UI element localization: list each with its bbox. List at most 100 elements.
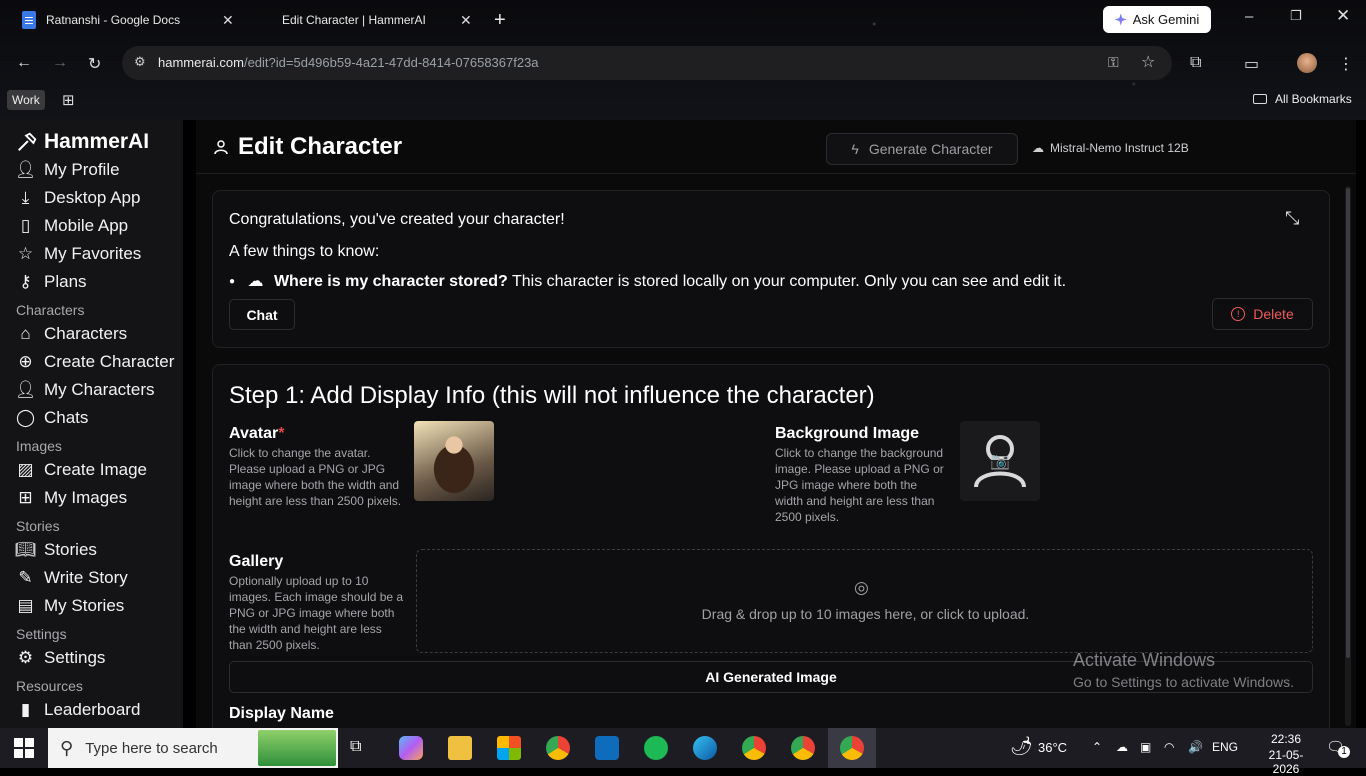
tray-chevron-icon[interactable]: ⌃ [1092, 740, 1102, 754]
extensions-icon[interactable]: ⧉ [1190, 54, 1201, 72]
delete-button[interactable]: ! Delete [1212, 298, 1313, 330]
wifi-icon[interactable]: ◠ [1164, 740, 1174, 754]
copilot-icon[interactable] [399, 736, 423, 760]
file-explorer-icon[interactable] [448, 736, 472, 760]
sidebar-item-settings[interactable]: ⚙ Settings [16, 648, 106, 668]
background-image-label: Background Image [775, 425, 920, 442]
sidebar-item-write-story[interactable]: ✎ Write Story [16, 568, 127, 588]
display-name-label: Display Name [229, 705, 334, 722]
sidebar-item-label: Settings [44, 648, 106, 667]
avatar-image[interactable] [414, 421, 494, 501]
language-indicator[interactable]: ENG [1212, 740, 1238, 754]
user-icon: 👤︎ [14, 380, 37, 399]
image-icon: ▨ [17, 460, 34, 479]
apps-grid-icon[interactable]: ⊞ [62, 91, 75, 109]
all-bookmarks[interactable]: All Bookmarks [1253, 92, 1352, 106]
sidebar-item-leaderboard[interactable]: ▮ Leaderboard [16, 700, 141, 720]
tab-google-docs[interactable]: Ratnanshi - Google Docs ✕ [22, 6, 242, 34]
sidebar-item-stories[interactable]: 📖︎ Stories [15, 540, 97, 560]
microsoft-store-icon[interactable] [497, 736, 521, 760]
search-icon: ⚲ [60, 737, 74, 758]
reload-icon[interactable]: ↻ [88, 54, 101, 74]
sidebar-item-my-characters[interactable]: 👤︎ My Characters [14, 380, 155, 400]
book-icon: ▤ [17, 596, 34, 615]
new-tab-button[interactable]: + [494, 6, 506, 34]
close-icon[interactable]: ✕ [460, 12, 472, 29]
sidebar-item-my-stories[interactable]: ▤ My Stories [16, 596, 124, 616]
profile-avatar[interactable] [1297, 53, 1317, 73]
bookmark-star-icon[interactable]: ☆ [1141, 52, 1155, 72]
search-placeholder: Type here to search [85, 739, 218, 757]
sidebar-item-label: Create Image [44, 460, 147, 479]
sidebar-item-label: Desktop App [44, 188, 141, 207]
taskbar-search[interactable]: ⚲ Type here to search [48, 728, 338, 768]
forward-icon[interactable]: → [52, 54, 68, 72]
back-icon[interactable]: ← [16, 54, 32, 72]
restore-icon[interactable]: ❐ [1290, 8, 1302, 24]
outlook-icon[interactable] [595, 736, 619, 760]
chat-button[interactable]: Chat [229, 299, 295, 330]
network-drive-icon[interactable]: ☁ [1116, 740, 1128, 754]
windows-taskbar: ⚲ Type here to search ⧉ 🌶 36°C ⌃ ☁ ▣ ◠ 🔊… [0, 728, 1366, 776]
chrome-profile-icon[interactable] [791, 736, 815, 760]
required-mark: * [278, 425, 285, 442]
bar-chart-icon: ▮ [20, 700, 31, 719]
sidebar-item-chats[interactable]: ◯ Chats [16, 408, 88, 428]
main-scrollbar[interactable] [1345, 186, 1351, 726]
spotify-icon[interactable] [644, 736, 668, 760]
avatar-label-text: Avatar [229, 425, 279, 442]
phone-icon: ▯ [20, 216, 31, 235]
work-bookmark-chip[interactable]: Work [7, 90, 45, 110]
sidebar-item-create-image[interactable]: ▨ Create Image [16, 460, 147, 480]
sidebar-item-my-profile[interactable]: 👤︎ My Profile [15, 160, 120, 180]
windows-start-icon[interactable] [14, 738, 34, 763]
sidebar-item-label: My Characters [44, 380, 155, 399]
sidebar-item-characters[interactable]: ⌂ Characters [16, 324, 127, 344]
menu-kebab-icon[interactable]: ⋮ [1338, 54, 1354, 74]
sidebar-item-label: Characters [44, 324, 128, 343]
generate-character-button[interactable]: ϟ Generate Character [826, 133, 1018, 165]
sidebar-item-create-character[interactable]: ⊕ Create Character [16, 352, 174, 372]
task-view-icon[interactable]: ⧉ [350, 738, 361, 756]
close-icon[interactable]: ✕ [222, 12, 234, 29]
step1-title: Step 1: Add Display Info (this will not … [229, 382, 875, 409]
address-bar[interactable]: ⚙ hammerai.com/edit?id=5d496b59-4a21-47d… [122, 46, 1172, 80]
sidebar-item-my-favorites[interactable]: ☆ My Favorites [16, 244, 141, 264]
reading-list-icon[interactable]: ▭ [1244, 54, 1259, 74]
chat-icon: ◯ [15, 408, 36, 427]
gallery-dropzone[interactable]: ◎ Drag & drop up to 10 images here, or c… [416, 549, 1313, 653]
notification-badge: 1 [1338, 746, 1350, 758]
ask-gemini-button[interactable]: Ask Gemini [1103, 6, 1211, 33]
url-text[interactable]: hammerai.com/edit?id=5d496b59-4a21-47dd-… [158, 55, 539, 70]
background-image-upload[interactable]: 📷 [960, 421, 1040, 501]
volume-icon[interactable]: 🔊 [1188, 740, 1203, 754]
meet-icon[interactable]: ▣ [1140, 740, 1151, 754]
site-settings-icon[interactable]: ⚙ [134, 54, 146, 70]
close-window-icon[interactable]: ✕ [1336, 6, 1350, 26]
chrome-active-icon[interactable] [840, 736, 864, 760]
collapse-icon[interactable]: ⤡ [1285, 208, 1299, 229]
sidebar-section-heading: Characters [16, 302, 85, 318]
url-host: hammerai.com [158, 55, 244, 70]
sidebar-item-desktop-app[interactable]: ⤓ Desktop App [16, 188, 141, 208]
temperature[interactable]: 36°C [1038, 740, 1067, 755]
clock[interactable]: 22:36 21-05-2026 [1261, 732, 1311, 776]
tab-title: Ratnanshi - Google Docs [46, 13, 181, 27]
weather-icon[interactable]: 🌶 [1010, 736, 1033, 757]
chrome-icon[interactable] [546, 736, 570, 760]
brand-logo[interactable]: HammerAI [16, 130, 149, 154]
sidebar-item-plans[interactable]: ⚷ Plans [16, 272, 86, 292]
sidebar-section-heading: Resources [16, 678, 83, 694]
model-selector[interactable]: ☁ Mistral-Nemo Instruct 12B [1032, 141, 1189, 155]
sidebar-item-my-images[interactable]: ⊞ My Images [16, 488, 127, 508]
delete-label: Delete [1253, 306, 1294, 322]
sidebar-item-mobile-app[interactable]: ▯ Mobile App [16, 216, 128, 236]
congrats-text: Congratulations, you've created your cha… [229, 211, 565, 228]
chrome-profile-icon[interactable] [742, 736, 766, 760]
password-key-icon[interactable]: ⚿ [1108, 54, 1119, 71]
minimize-icon[interactable]: – [1245, 8, 1253, 25]
edge-icon[interactable] [693, 736, 717, 760]
tab-edit-character[interactable]: Edit Character | HammerAI ✕ [258, 6, 478, 34]
storage-note: ● ☁ Where is my character stored? This c… [229, 271, 1066, 291]
camera-icon: 📷 [990, 453, 1010, 470]
